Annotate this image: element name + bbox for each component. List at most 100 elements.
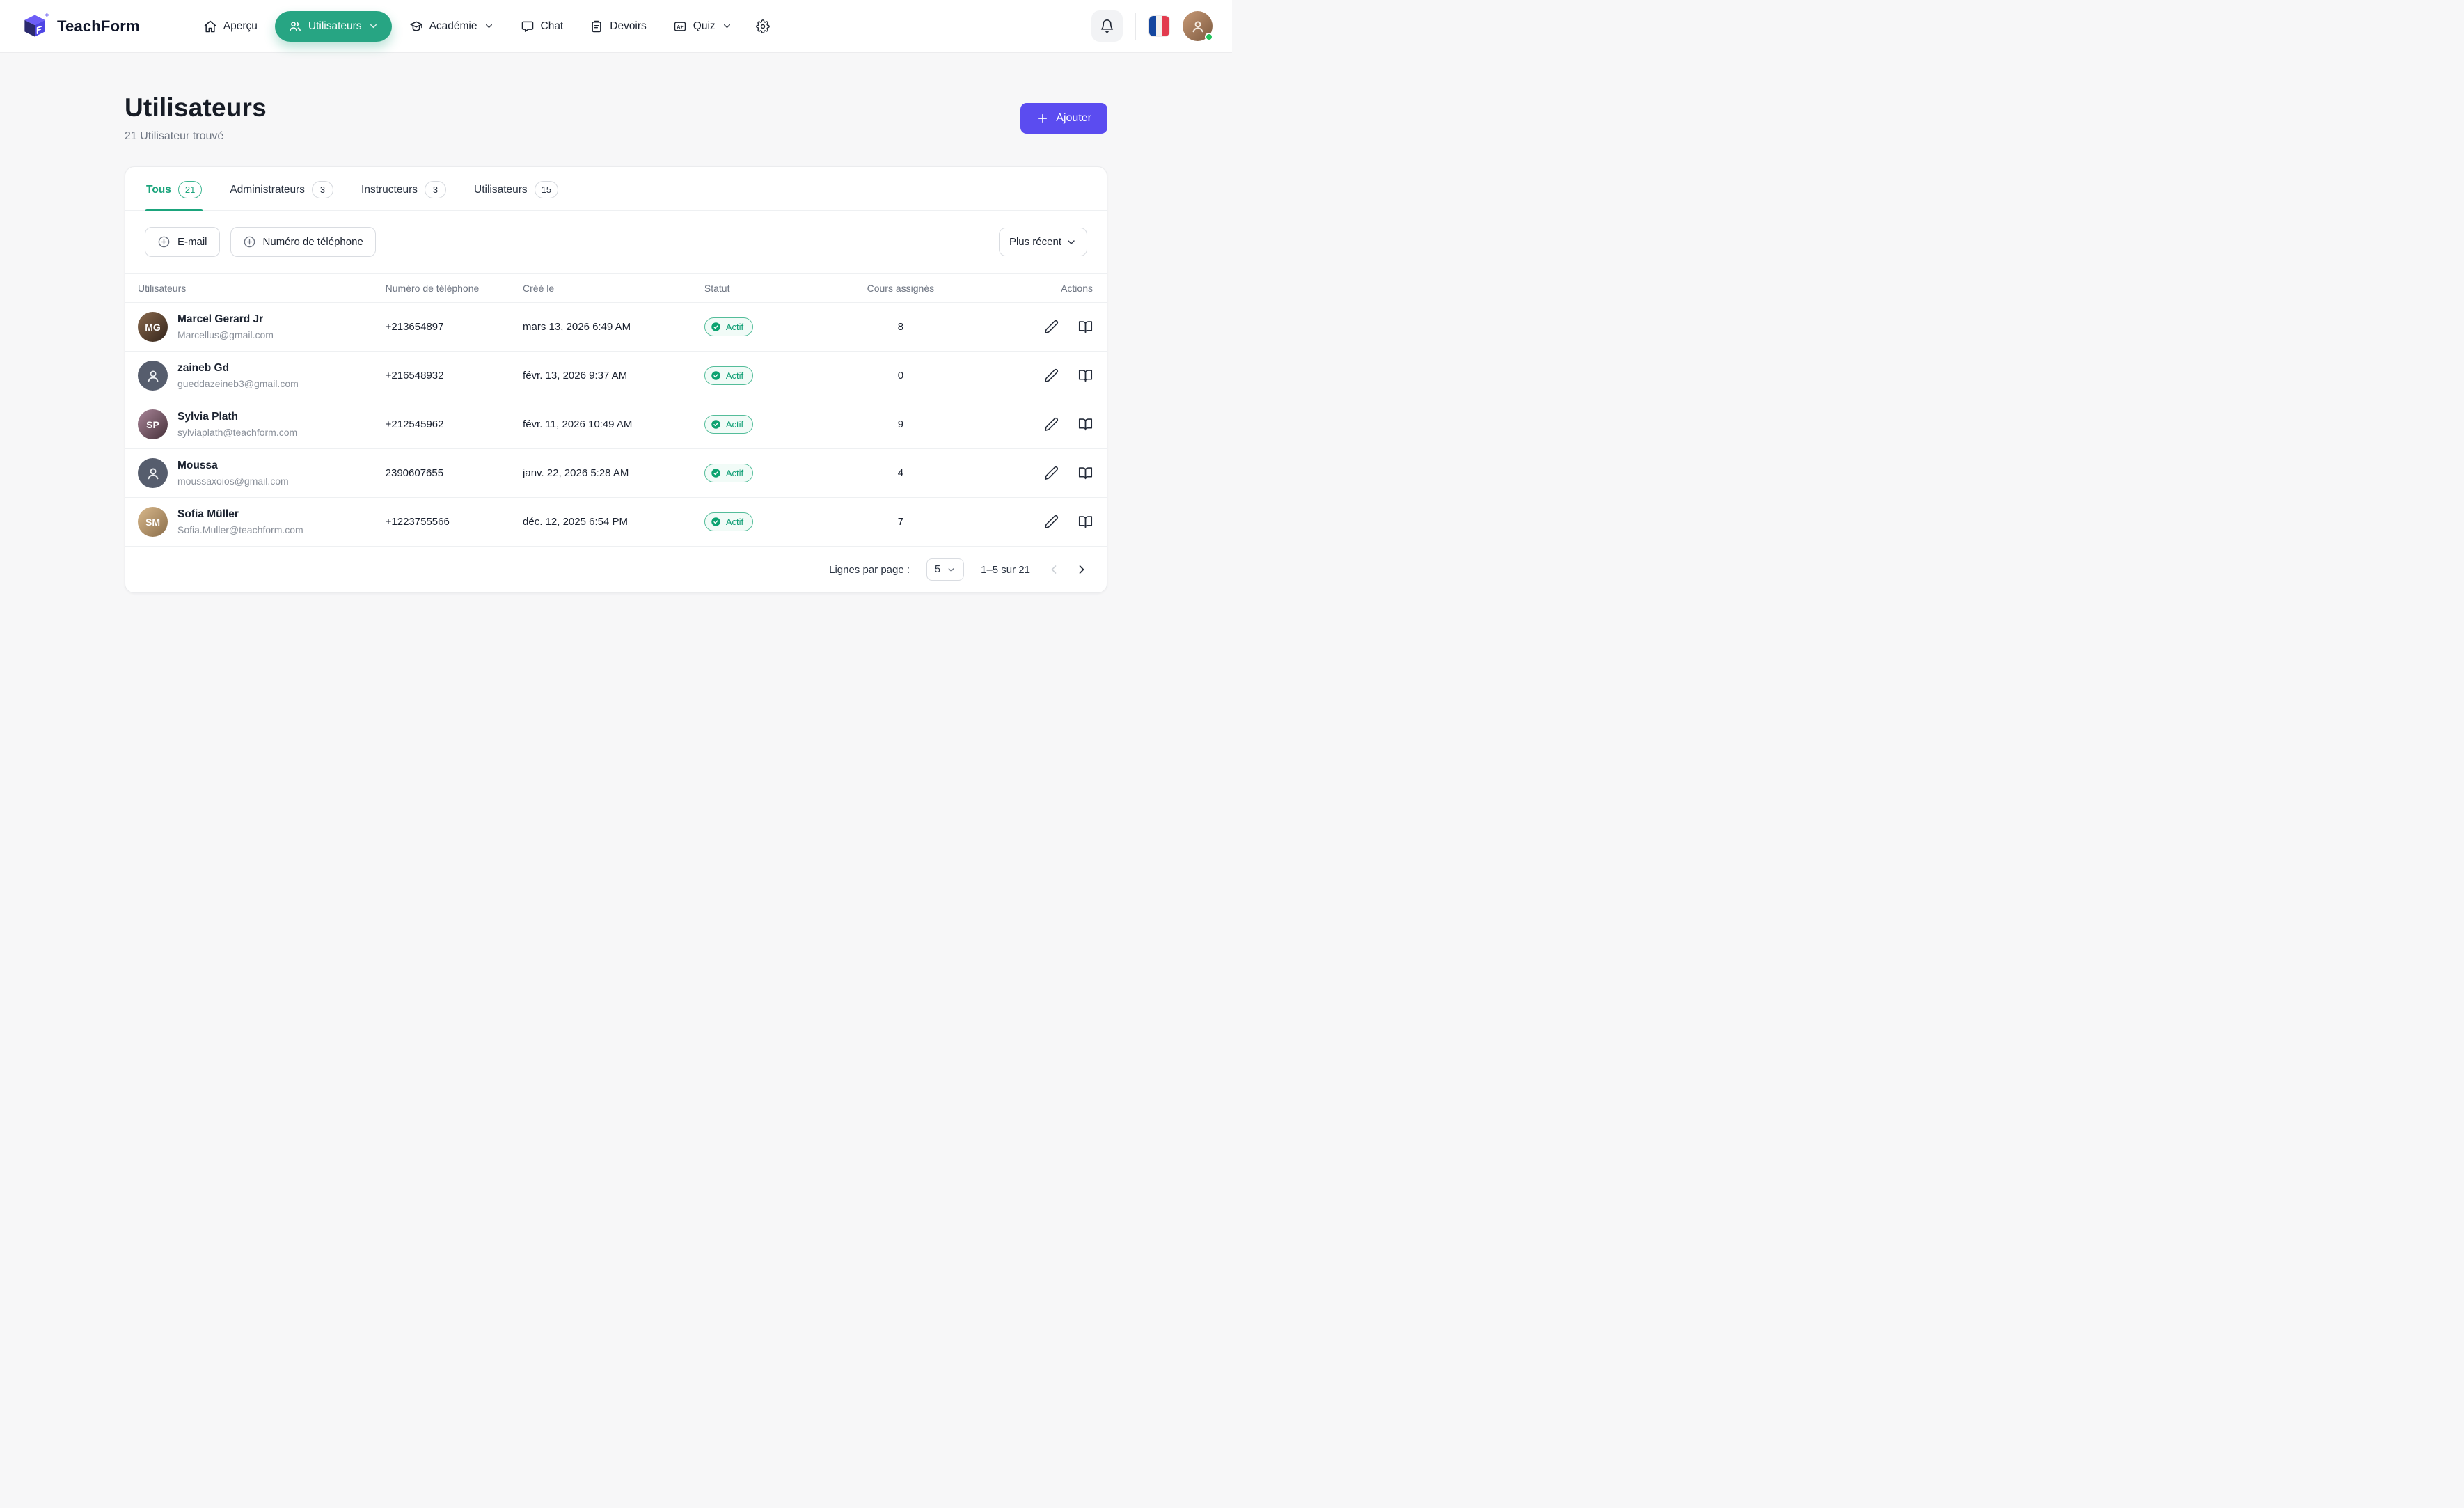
- check-circle-icon: [711, 517, 721, 527]
- next-page-button[interactable]: [1075, 563, 1089, 576]
- navbar-right: [1091, 10, 1213, 42]
- user-name: Moussa: [177, 460, 289, 472]
- user-name: Sylvia Plath: [177, 411, 297, 423]
- user-email: sylviaplath@teachform.com: [177, 427, 297, 438]
- status-badge: Actif: [704, 464, 753, 482]
- nav-label: Utilisateurs: [308, 20, 362, 33]
- table-row: SP Sylvia Plath sylviaplath@teachform.co…: [125, 400, 1107, 449]
- notifications-button[interactable]: [1091, 10, 1123, 42]
- profile-avatar[interactable]: [1183, 11, 1213, 41]
- nav-item-chat[interactable]: Chat: [512, 12, 573, 41]
- edit-user-button[interactable]: [1044, 466, 1059, 480]
- nav-item-academie[interactable]: Académie: [400, 12, 503, 41]
- user-email: Sofia.Muller@teachform.com: [177, 524, 303, 535]
- view-courses-button[interactable]: [1078, 466, 1093, 480]
- check-circle-icon: [711, 370, 721, 381]
- avatar: SM: [138, 507, 168, 537]
- cell-courses: 7: [812, 498, 989, 547]
- cell-created: janv. 22, 2026 5:28 AM: [523, 449, 704, 498]
- edit-user-button[interactable]: [1044, 515, 1059, 529]
- nav-item-utilisateurs[interactable]: Utilisateurs: [275, 11, 392, 42]
- nav-item-devoirs[interactable]: Devoirs: [581, 12, 656, 41]
- view-courses-button[interactable]: [1078, 515, 1093, 529]
- edit-user-button[interactable]: [1044, 417, 1059, 432]
- add-email-filter-button[interactable]: E-mail: [145, 227, 220, 257]
- tab-administrateurs[interactable]: Administrateurs 3: [228, 167, 335, 210]
- status-badge: Actif: [704, 317, 753, 336]
- view-courses-button[interactable]: [1078, 368, 1093, 383]
- header-telephone: Numéro de téléphone: [386, 274, 523, 303]
- sort-dropdown[interactable]: Plus récent: [999, 228, 1087, 256]
- language-flag-fr[interactable]: [1148, 15, 1170, 37]
- tab-utilisateurs[interactable]: Utilisateurs 15: [473, 167, 560, 210]
- status-label: Actif: [726, 517, 743, 527]
- rows-per-page-value: 5: [935, 564, 940, 575]
- add-phone-filter-button[interactable]: Numéro de téléphone: [230, 227, 376, 257]
- tab-count-badge: 3: [425, 181, 446, 198]
- book-icon: [1078, 466, 1093, 480]
- sort-label: Plus récent: [1009, 236, 1061, 248]
- tab-label: Tous: [146, 184, 171, 196]
- avatar: MG: [138, 312, 168, 342]
- divider: [1135, 13, 1136, 40]
- view-courses-button[interactable]: [1078, 320, 1093, 334]
- nav-label: Quiz: [693, 20, 716, 33]
- user-name: Sofia Müller: [177, 508, 303, 521]
- gear-icon: [756, 19, 770, 33]
- check-circle-icon: [711, 419, 721, 430]
- add-user-button[interactable]: Ajouter: [1020, 103, 1107, 134]
- brand-name: TeachForm: [57, 17, 140, 36]
- nav-item-apercu[interactable]: Aperçu: [194, 12, 267, 41]
- assignments-icon: [590, 19, 603, 33]
- phone-filter-label: Numéro de téléphone: [263, 236, 363, 248]
- rows-per-page-select[interactable]: 5: [926, 558, 964, 581]
- cell-courses: 4: [812, 449, 989, 498]
- nav-label: Devoirs: [610, 20, 647, 33]
- header-statut: Statut: [704, 274, 812, 303]
- cell-phone: +212545962: [386, 400, 523, 449]
- nav-item-settings[interactable]: [750, 12, 776, 41]
- book-icon: [1078, 368, 1093, 383]
- book-icon: [1078, 417, 1093, 432]
- academy-icon: [409, 19, 423, 33]
- avatar: SP: [138, 409, 168, 439]
- cell-created: févr. 13, 2026 9:37 AM: [523, 352, 704, 400]
- users-icon: [288, 19, 302, 33]
- cell-phone: +216548932: [386, 352, 523, 400]
- previous-page-button[interactable]: [1047, 563, 1061, 576]
- plus-icon: [1036, 112, 1049, 125]
- nav-item-quiz[interactable]: A+ Quiz: [664, 12, 741, 41]
- role-tabs: Tous 21 Administrateurs 3 Instructeurs 3…: [125, 167, 1107, 211]
- brand-logo[interactable]: TeachForm: [19, 11, 140, 42]
- tab-label: Instructeurs: [361, 184, 418, 196]
- users-card: Tous 21 Administrateurs 3 Instructeurs 3…: [125, 166, 1107, 593]
- chevron-left-icon: [1047, 563, 1061, 576]
- user-email: Marcellus@gmail.com: [177, 329, 274, 340]
- tab-label: Utilisateurs: [474, 184, 528, 196]
- cell-phone: 2390607655: [386, 449, 523, 498]
- cell-phone: +1223755566: [386, 498, 523, 547]
- edit-user-button[interactable]: [1044, 368, 1059, 383]
- page-title: Utilisateurs: [125, 93, 267, 123]
- flag-blue-stripe: [1149, 16, 1156, 36]
- main-nav: Aperçu Utilisateurs Académie Chat Devoir…: [194, 11, 776, 42]
- status-label: Actif: [726, 370, 743, 381]
- pagination-bar: Lignes par page : 5 1–5 sur 21: [125, 546, 1107, 592]
- header-cours-assignes: Cours assignés: [812, 274, 989, 303]
- view-courses-button[interactable]: [1078, 417, 1093, 432]
- chevron-down-icon: [722, 21, 732, 31]
- table-header-row: Utilisateurs Numéro de téléphone Créé le…: [125, 274, 1107, 303]
- status-label: Actif: [726, 322, 743, 332]
- tab-instructeurs[interactable]: Instructeurs 3: [360, 167, 448, 210]
- header-cree-le: Créé le: [523, 274, 704, 303]
- tab-tous[interactable]: Tous 21: [145, 167, 203, 210]
- table-row: SM Sofia Müller Sofia.Muller@teachform.c…: [125, 498, 1107, 547]
- person-icon: [145, 368, 161, 384]
- edit-user-button[interactable]: [1044, 320, 1059, 334]
- bell-icon: [1100, 19, 1114, 33]
- svg-text:A+: A+: [677, 24, 683, 30]
- nav-label: Chat: [541, 20, 564, 33]
- page-subtitle: 21 Utilisateur trouvé: [125, 130, 267, 143]
- flag-red-stripe: [1162, 16, 1169, 36]
- status-badge: Actif: [704, 512, 753, 531]
